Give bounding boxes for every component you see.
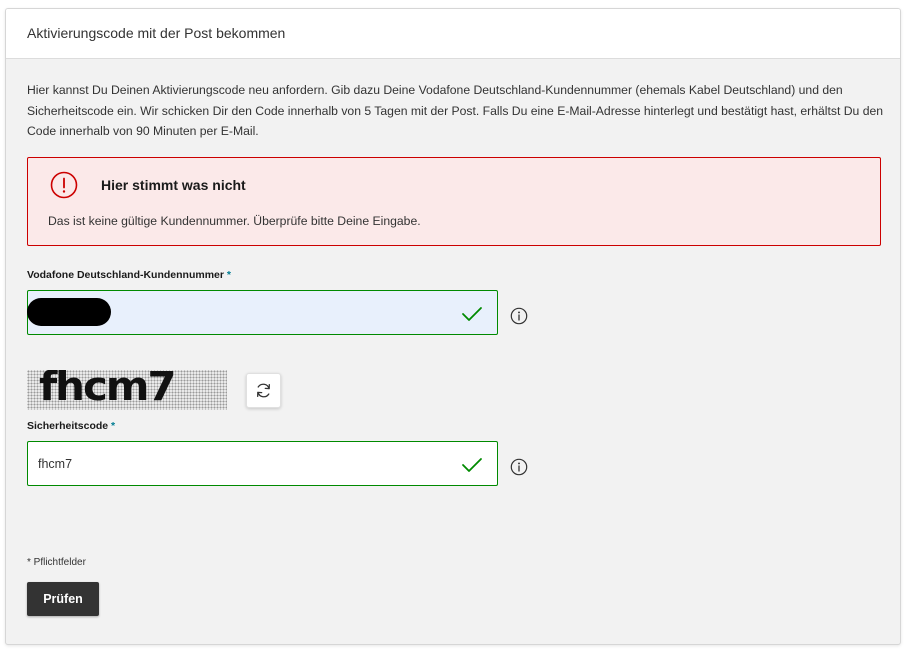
submit-button[interactable]: Prüfen (27, 582, 99, 616)
error-title: Hier stimmt was nicht (101, 177, 246, 193)
security-code-input[interactable] (27, 441, 498, 486)
info-icon[interactable] (510, 307, 528, 325)
required-marker: * (226, 269, 231, 281)
checkmark-icon (462, 458, 482, 472)
card-title: Aktivierungscode mit der Post bekommen (27, 25, 286, 41)
intro-text: Hier kannst Du Deinen Aktivierungscode n… (27, 83, 884, 138)
checkmark-icon (462, 307, 482, 321)
info-icon[interactable] (510, 458, 528, 476)
security-code-label-text: Sicherheitscode (27, 420, 109, 432)
security-code-label: Sicherheitscode * (27, 420, 115, 432)
required-marker: * (111, 420, 116, 432)
exclamation-circle-icon (50, 171, 78, 199)
captcha-image: fhcm7 (27, 370, 227, 410)
redacted-value (27, 298, 111, 326)
refresh-icon (257, 383, 270, 398)
captcha-text: fhcm7 (39, 370, 177, 410)
customer-number-label-text: Vodafone Deutschland-Kundennummer (27, 269, 224, 281)
activation-code-card: Aktivierungscode mit der Post bekommen H… (5, 8, 901, 645)
customer-number-label: Vodafone Deutschland-Kundennummer * (27, 269, 231, 281)
required-fields-note: * Pflichtfelder (27, 557, 86, 568)
card-header: Aktivierungscode mit der Post bekommen (6, 9, 900, 59)
error-alert: Hier stimmt was nicht Das ist keine gült… (27, 157, 881, 246)
error-message: Das ist keine gültige Kundennummer. Über… (48, 214, 421, 228)
captcha-refresh-button[interactable] (246, 373, 281, 408)
